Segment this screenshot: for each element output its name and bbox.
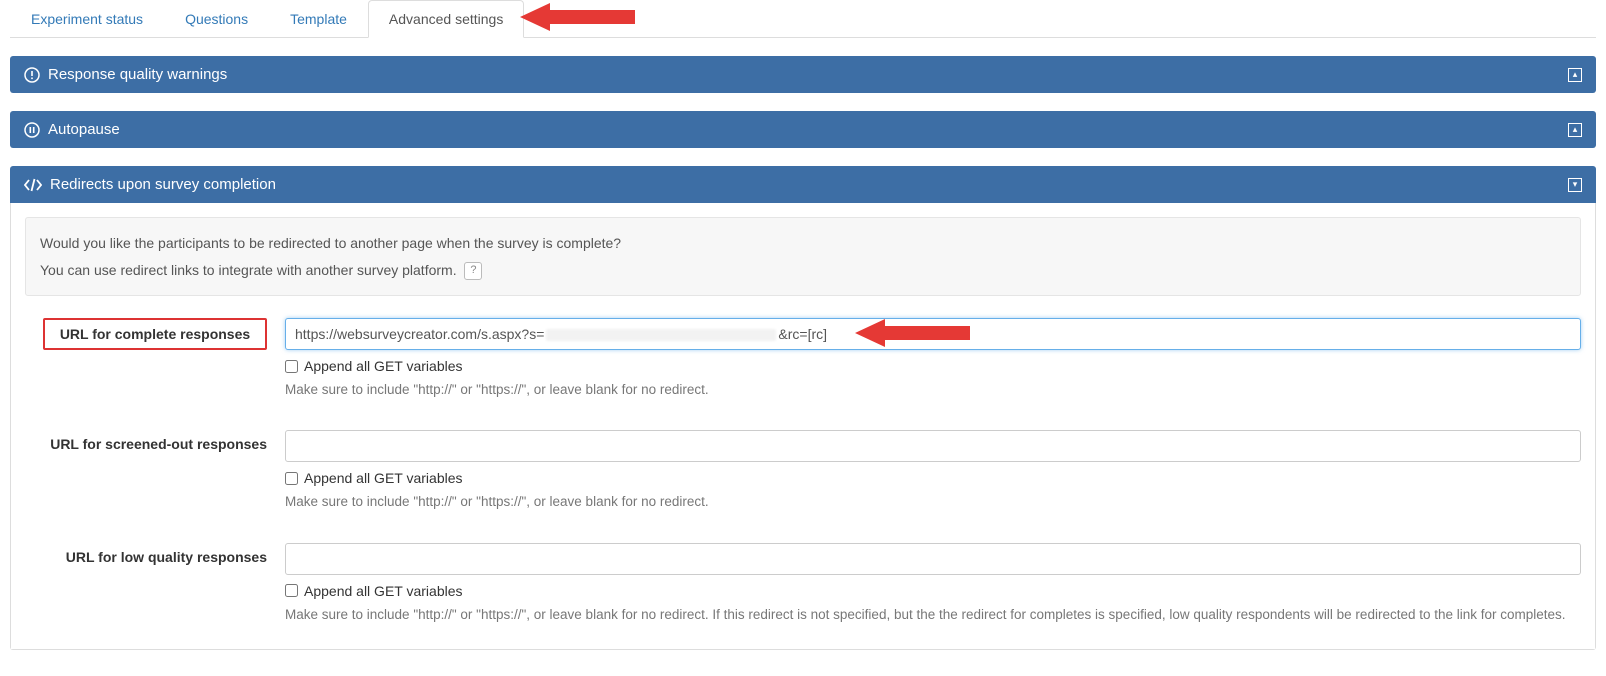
append-get-checkbox[interactable] bbox=[285, 584, 298, 597]
checkbox-label: Append all GET variables bbox=[304, 583, 463, 599]
hint-text: Make sure to include "http://" or "https… bbox=[285, 380, 1581, 400]
panel-header-redirects[interactable]: Redirects upon survey completion ▾ bbox=[10, 166, 1596, 203]
help-icon[interactable]: ? bbox=[464, 262, 482, 280]
panel-title: Autopause bbox=[48, 121, 1560, 138]
panel-title: Response quality warnings bbox=[48, 66, 1560, 83]
append-get-checkbox-row[interactable]: Append all GET variables bbox=[285, 470, 1581, 486]
tab-template[interactable]: Template bbox=[269, 0, 368, 38]
panel-autopause: Autopause ▴ bbox=[10, 111, 1596, 148]
pause-icon bbox=[24, 122, 40, 138]
info-line: You can use redirect links to integrate … bbox=[40, 257, 1566, 284]
tab-experiment-status[interactable]: Experiment status bbox=[10, 0, 164, 38]
tab-questions[interactable]: Questions bbox=[164, 0, 269, 38]
lowquality-url-input[interactable] bbox=[285, 543, 1581, 575]
code-icon bbox=[24, 177, 42, 193]
panel-header-autopause[interactable]: Autopause ▴ bbox=[10, 111, 1596, 148]
info-line: Would you like the participants to be re… bbox=[40, 230, 1566, 257]
panel-title: Redirects upon survey completion bbox=[50, 176, 1560, 193]
label-complete-url: URL for complete responses bbox=[43, 318, 267, 350]
hint-text: Make sure to include "http://" or "https… bbox=[285, 605, 1581, 625]
collapse-icon: ▴ bbox=[1568, 68, 1582, 82]
expand-icon: ▾ bbox=[1568, 178, 1582, 192]
append-get-checkbox-row[interactable]: Append all GET variables bbox=[285, 583, 1581, 599]
panel-header-response-quality[interactable]: Response quality warnings ▴ bbox=[10, 56, 1596, 93]
complete-url-input[interactable] bbox=[285, 318, 1581, 350]
panel-response-quality: Response quality warnings ▴ bbox=[10, 56, 1596, 93]
warning-icon bbox=[24, 67, 40, 83]
panel-body-redirects: Would you like the participants to be re… bbox=[10, 203, 1596, 650]
hint-text: Make sure to include "http://" or "https… bbox=[285, 492, 1581, 512]
form-row-complete: URL for complete responses https://websu… bbox=[25, 318, 1581, 400]
tabs-bar: Experiment status Questions Template Adv… bbox=[10, 0, 1596, 38]
screened-url-input[interactable] bbox=[285, 430, 1581, 462]
label-lowquality-url: URL for low quality responses bbox=[25, 543, 285, 565]
append-get-checkbox[interactable] bbox=[285, 472, 298, 485]
form-row-screened: URL for screened-out responses Append al… bbox=[25, 430, 1581, 512]
form-row-lowquality: URL for low quality responses Append all… bbox=[25, 543, 1581, 625]
tab-advanced-settings[interactable]: Advanced settings bbox=[368, 0, 524, 38]
panel-redirects: Redirects upon survey completion ▾ Would… bbox=[10, 166, 1596, 650]
checkbox-label: Append all GET variables bbox=[304, 470, 463, 486]
checkbox-label: Append all GET variables bbox=[304, 358, 463, 374]
label-screened-url: URL for screened-out responses bbox=[25, 430, 285, 452]
append-get-checkbox-row[interactable]: Append all GET variables bbox=[285, 358, 1581, 374]
collapse-icon: ▴ bbox=[1568, 123, 1582, 137]
info-box: Would you like the participants to be re… bbox=[25, 217, 1581, 296]
append-get-checkbox[interactable] bbox=[285, 360, 298, 373]
